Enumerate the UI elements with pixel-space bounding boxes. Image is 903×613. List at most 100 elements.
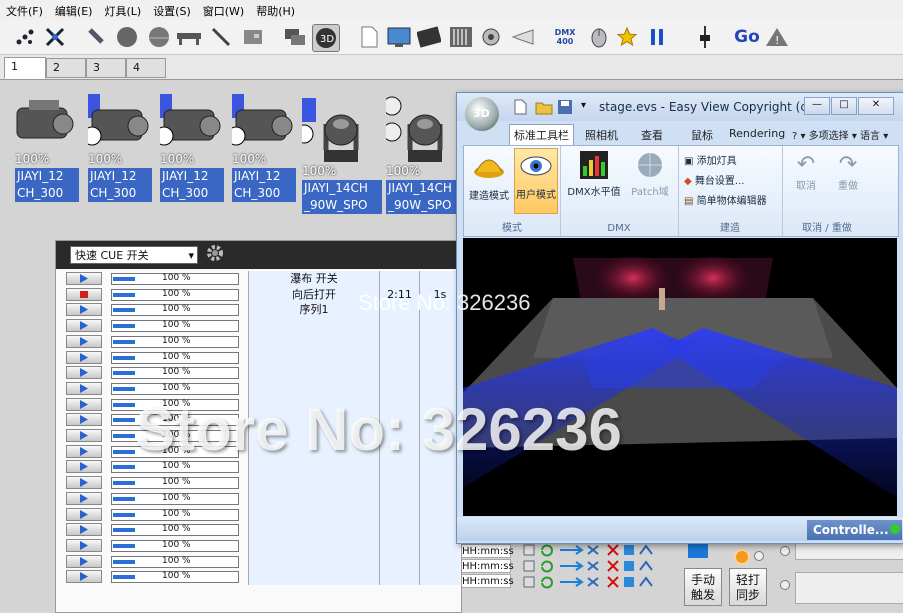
page-tab-1[interactable]: 1: [4, 57, 46, 79]
cue-duration-cell[interactable]: [380, 271, 420, 287]
play-button[interactable]: [66, 554, 102, 568]
fixture-2[interactable]: 100% JIAYI_12 CH_300: [80, 94, 158, 202]
cue-level-bar[interactable]: 100 %: [111, 524, 239, 537]
cue-duration-cell[interactable]: [380, 365, 420, 382]
color-swatch[interactable]: [688, 542, 708, 558]
new-file-icon[interactable]: [513, 99, 527, 118]
speaker-icon[interactable]: [480, 24, 506, 50]
dome-icon[interactable]: [146, 24, 172, 50]
stage-settings-button[interactable]: ◆ 舞台设置...: [684, 172, 744, 187]
window-title-bar[interactable]: 3D ▾ stage.evs - Easy View Copyright (c.…: [457, 93, 903, 131]
star-icon[interactable]: [614, 24, 640, 50]
cue-row[interactable]: 100 %: [56, 349, 461, 366]
side-panel-field[interactable]: [795, 572, 903, 604]
cue-fade-cell[interactable]: [420, 318, 460, 335]
cue-fade-cell[interactable]: [420, 569, 460, 586]
cue-name-cell[interactable]: [248, 349, 380, 366]
play-button[interactable]: [66, 413, 102, 427]
truss-icon[interactable]: [176, 24, 202, 50]
cue-duration-cell[interactable]: [380, 537, 420, 554]
radio-button[interactable]: [780, 580, 790, 590]
play-button[interactable]: [66, 460, 102, 474]
cue-name-cell[interactable]: [248, 333, 380, 350]
cue-name-cell[interactable]: [248, 490, 380, 507]
cue-duration-cell[interactable]: [380, 333, 420, 350]
cue-name-cell[interactable]: [248, 553, 380, 570]
cue-duration-cell[interactable]: [380, 569, 420, 586]
cue-level-bar[interactable]: 100 %: [111, 508, 239, 521]
cue-mode-select[interactable]: 快速 CUE 开关 ▾: [70, 246, 198, 264]
cue-fade-cell[interactable]: [420, 490, 460, 507]
controller-tab[interactable]: Controlle...: [807, 520, 902, 540]
play-button[interactable]: [66, 476, 102, 490]
circle-icon[interactable]: [114, 24, 140, 50]
cross-select-icon[interactable]: [42, 24, 68, 50]
3d-viewport[interactable]: [463, 238, 897, 516]
fixture-3[interactable]: 100% JIAYI_12 CH_300: [152, 94, 230, 202]
cue-duration-cell[interactable]: [380, 522, 420, 539]
cue-level-bar[interactable]: 100 %: [111, 304, 239, 317]
cue-name-cell[interactable]: 瀑布 开关: [248, 271, 380, 287]
menu-settings[interactable]: 设置(S): [147, 0, 197, 19]
patch-field-button[interactable]: Patch域: [626, 150, 674, 198]
cue-name-cell[interactable]: [248, 522, 380, 539]
cue-name-cell[interactable]: [248, 365, 380, 382]
quick-access-chevron-icon[interactable]: ▾: [581, 100, 586, 111]
cue-duration-cell[interactable]: [380, 553, 420, 570]
play-button[interactable]: [66, 491, 102, 505]
cue-row[interactable]: 100 %: [56, 522, 461, 539]
save-icon[interactable]: [557, 99, 573, 118]
cue-duration-cell[interactable]: [380, 349, 420, 366]
fixture-4[interactable]: 100% JIAYI_12 CH_300: [224, 94, 302, 202]
cue-fade-cell[interactable]: [420, 522, 460, 539]
cue-row[interactable]: 100 %: [56, 475, 461, 492]
dmx400-icon[interactable]: DMX 400: [552, 24, 578, 50]
3d-view-icon[interactable]: 3D: [312, 24, 340, 52]
layers-icon[interactable]: [282, 24, 308, 50]
cue-name-cell[interactable]: [248, 475, 380, 492]
cue-level-bar[interactable]: 100 %: [111, 555, 239, 568]
play-button[interactable]: [66, 397, 102, 411]
cue-time-field[interactable]: HH:mm:ss: [459, 544, 514, 558]
menu-fixtures[interactable]: 灯具(L): [98, 0, 147, 19]
fixture-1[interactable]: 100% JIAYI_12 CH_300: [15, 94, 85, 202]
warning-icon[interactable]: !: [764, 24, 790, 50]
cue-time-field[interactable]: HH:mm:ss: [459, 574, 514, 588]
radio-button[interactable]: [754, 551, 764, 561]
panel-icon[interactable]: [240, 24, 266, 50]
cue-level-bar[interactable]: 100 %: [111, 382, 239, 395]
play-button[interactable]: [66, 366, 102, 380]
play-button[interactable]: [66, 350, 102, 364]
fader-single-icon[interactable]: [692, 24, 718, 50]
cue-level-bar[interactable]: 100 %: [111, 335, 239, 348]
page-tab-3[interactable]: 3: [86, 58, 126, 78]
fixture-5[interactable]: 100% JIAYI_14CH _90W_SPO: [294, 94, 384, 214]
play-button[interactable]: [66, 319, 102, 333]
dmx-level-button[interactable]: DMX水平值: [564, 150, 624, 198]
cue-row[interactable]: 100 %: [56, 506, 461, 523]
beam-icon[interactable]: [510, 24, 536, 50]
play-button[interactable]: [66, 429, 102, 442]
build-mode-button[interactable]: 建造模式: [466, 150, 512, 202]
cue-fade-cell[interactable]: [420, 475, 460, 492]
cue-name-cell[interactable]: [248, 318, 380, 335]
play-button[interactable]: [66, 303, 102, 317]
cue-level-bar[interactable]: 100 %: [111, 477, 239, 490]
play-button[interactable]: [66, 444, 102, 458]
play-button[interactable]: [66, 272, 102, 285]
cue-row[interactable]: 100 %: [56, 318, 461, 335]
cue-fade-cell[interactable]: [420, 271, 460, 287]
menu-edit[interactable]: 编辑(E): [49, 0, 99, 19]
cue-name-cell[interactable]: [248, 569, 380, 586]
add-fixture-button[interactable]: ▣ 添加灯具: [684, 152, 737, 167]
scatter-select-icon[interactable]: [12, 24, 38, 50]
cue-duration-cell[interactable]: [380, 490, 420, 507]
play-button[interactable]: [66, 334, 102, 348]
page-tab-4[interactable]: 4: [126, 58, 166, 78]
new-document-icon[interactable]: [356, 24, 382, 50]
cue-icon[interactable]: [386, 24, 412, 50]
line-tool-icon[interactable]: [208, 24, 234, 50]
keyboard-icon[interactable]: [416, 24, 442, 50]
page-tab-2[interactable]: 2: [46, 58, 86, 78]
radio-button[interactable]: [780, 546, 790, 556]
